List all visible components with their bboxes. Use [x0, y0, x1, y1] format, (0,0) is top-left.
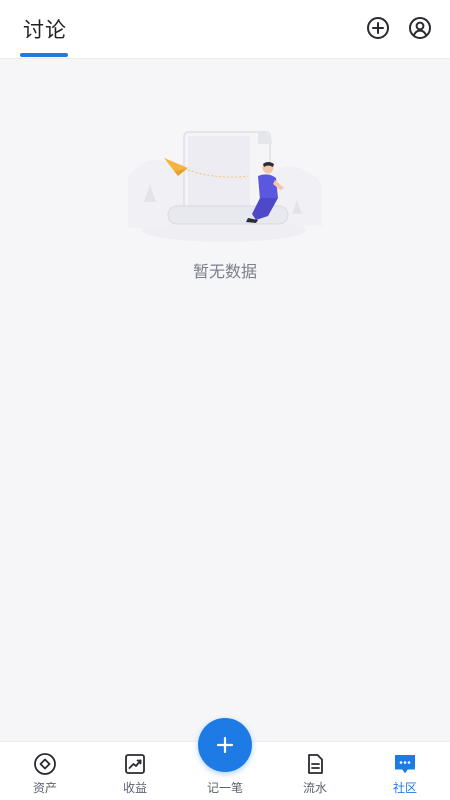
add-record-button[interactable]: [198, 718, 252, 772]
nav-item-assets[interactable]: 资产: [0, 742, 90, 800]
profile-button[interactable]: [408, 16, 432, 40]
top-bar: 讨论: [0, 0, 450, 59]
empty-state-illustration: [118, 118, 330, 250]
app-root: 讨论 暂无数据 资产 收益 记一笔 流水 社区: [0, 0, 450, 800]
document-icon: [308, 754, 323, 774]
nav-item-flow[interactable]: 流水: [270, 742, 360, 800]
empty-state-message: 暂无数据: [192, 262, 257, 281]
nav-item-community[interactable]: 社区: [360, 742, 450, 800]
chat-bubble-icon: [395, 755, 415, 773]
nav-item-earnings[interactable]: 收益: [90, 742, 180, 800]
tab-discussion[interactable]: 讨论: [20, 14, 70, 44]
nav-label-community: 社区: [392, 781, 417, 795]
asset-circle-icon: [34, 753, 56, 775]
add-post-button[interactable]: [366, 16, 390, 40]
nav-label-flow: 流水: [302, 781, 327, 795]
nav-label-assets: 资产: [32, 781, 57, 795]
active-tab-indicator: [20, 53, 68, 57]
plus-circle-icon: [367, 17, 389, 39]
trend-chart-icon: [125, 754, 145, 774]
nav-label-record: 记一笔: [206, 781, 243, 795]
plus-icon: [216, 736, 234, 754]
user-circle-icon: [409, 17, 431, 39]
nav-label-earnings: 收益: [122, 781, 147, 795]
